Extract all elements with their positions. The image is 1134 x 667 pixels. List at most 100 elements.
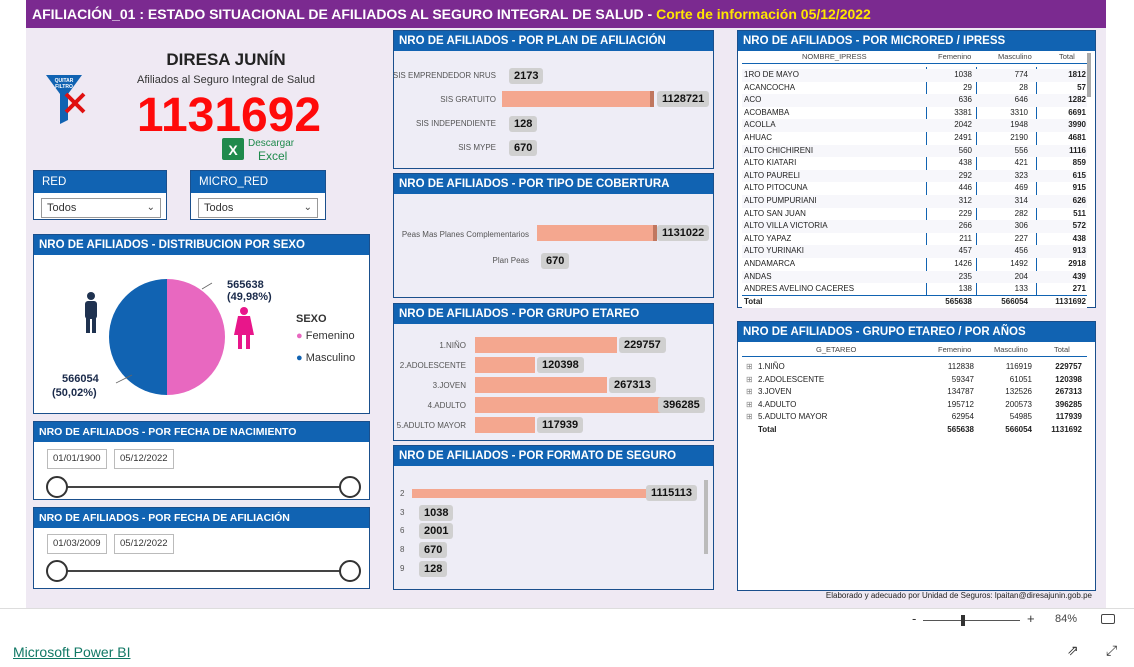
table-row[interactable]: 1RO DE MAYO 1038 774 1812 (742, 69, 1087, 82)
micro-red-dropdown[interactable]: Todos ⌄ (198, 198, 318, 218)
clear-filter-button[interactable]: QUITAR FILTRO (46, 72, 86, 124)
etareo-label: 4.ADULTO (427, 401, 466, 410)
ipress-name: AHUAC (744, 133, 773, 142)
microred-panel: NRO DE AFILIADOS - POR MICRORED / IPRESS… (737, 30, 1096, 308)
cell-value: 57 (1077, 82, 1086, 92)
sexo-title: NRO DE AFILIADOS - DISTRIBUCION POR SEXO (34, 235, 369, 255)
red-dropdown[interactable]: Todos ⌄ (41, 198, 161, 218)
red-slicer-title: RED (34, 171, 166, 193)
cell-value: 312 (958, 196, 972, 205)
cell-value: 323 (1014, 170, 1028, 180)
zoom-plus-button[interactable]: + (1027, 611, 1035, 626)
nac-range-start-handle[interactable] (46, 476, 68, 498)
afil-to-date[interactable]: 05/12/2022 (114, 534, 174, 554)
cobertura-label: Plan Peas (492, 256, 529, 265)
table-row[interactable]: ⊞ 3.JOVEN 134787 132526 267313 (742, 386, 1087, 399)
table-row[interactable]: ANDAMARCA 1426 1492 2918 (742, 258, 1087, 271)
cell-value: 457 (958, 246, 972, 256)
pie-slice-masculino (109, 279, 167, 395)
zoom-slider-track[interactable] (923, 620, 1020, 621)
afil-from-date[interactable]: 01/03/2009 (47, 534, 107, 554)
cell-value: 3310 (1010, 107, 1028, 117)
table-row[interactable]: ALTO KIATARI 438 421 859 (742, 157, 1087, 170)
table-row[interactable]: ⊞ 1.NIÑO 112838 116919 229757 (742, 361, 1087, 374)
cell-value: 61051 (1009, 374, 1032, 384)
table-row[interactable]: ACOLLA 2042 1948 3990 (742, 119, 1087, 132)
mas-value: 566054 (62, 373, 99, 385)
table-row[interactable]: ALTO CHICHIRENI 560 556 1116 (742, 144, 1087, 158)
cutoff-date: Corte de información 05/12/2022 (656, 6, 871, 22)
org-subtitle: Afiliados al Seguro Integral de Salud (137, 74, 315, 86)
table-row[interactable]: ACANCOCHA 29 28 57 (742, 82, 1087, 95)
nac-range-end-handle[interactable] (339, 476, 361, 498)
plan-value: 2173 (509, 68, 544, 84)
chevron-down-icon: ⌄ (303, 202, 312, 213)
table-row[interactable]: ALTO YAPAZ 211 227 438 (742, 233, 1087, 246)
formato-bar (412, 489, 648, 498)
total-cell: Total (744, 297, 763, 306)
etareo-value: 267313 (609, 377, 656, 393)
etareo-bar (475, 377, 607, 393)
plan-label: SIS EMPRENDEDOR NRUS (392, 71, 496, 80)
table-row[interactable]: ALTO PITOCUNA 446 469 915 (742, 182, 1087, 195)
table-row[interactable]: ALTO SAN JUAN 229 282 511 (742, 208, 1087, 221)
zoom-slider-handle[interactable] (961, 615, 965, 626)
cell-value: 62954 (951, 412, 974, 422)
expand-icon[interactable]: ⊞ (746, 374, 753, 387)
group-name: 3.JOVEN (758, 387, 792, 397)
nac-to-date[interactable]: 05/12/2022 (114, 449, 174, 469)
afil-range-start-handle[interactable] (46, 560, 68, 582)
table-row[interactable]: ⊞ 2.ADOLESCENTE 59347 61051 120398 (742, 374, 1087, 387)
cell-value: 28 (1019, 82, 1028, 92)
table-row[interactable]: AHUAC 2491 2190 4681 (742, 132, 1087, 145)
cell-value: 2491 (954, 133, 972, 142)
funnel-icon: QUITARFILTRO (46, 75, 86, 124)
table-row[interactable]: ALTO PUMPURIANI 312 314 626 (742, 195, 1087, 208)
afil-range-track (58, 570, 348, 572)
cobertura-panel: NRO DE AFILIADOS - POR TIPO DE COBERTURA… (393, 173, 714, 298)
nac-from-date[interactable]: 01/01/1900 (47, 449, 107, 469)
col-total: Total (1059, 52, 1075, 61)
cell-value: 469 (1014, 183, 1028, 193)
legend-masculino: ● Masculino (296, 352, 355, 364)
microred-scrollbar[interactable] (1087, 53, 1091, 97)
expand-icon[interactable]: ⊞ (746, 386, 753, 399)
table-row[interactable]: ALTO PAURELI 292 323 615 (742, 169, 1087, 183)
legend-title: SEXO (296, 313, 327, 325)
expand-icon[interactable]: ⊞ (746, 411, 753, 424)
table-row[interactable]: ⊞ 5.ADULTO MAYOR 62954 54985 117939 (742, 411, 1087, 424)
powerbi-brand-link[interactable]: Microsoft Power BI (13, 644, 130, 660)
formato-scrollbar[interactable] (704, 480, 708, 554)
cell-value: 132526 (1005, 387, 1032, 397)
table-row[interactable]: ACO 636 646 1282 (742, 94, 1087, 107)
cell-value: 282 (1014, 208, 1028, 218)
cell-value: 1038 (954, 70, 972, 79)
group-name: 1.NIÑO (758, 362, 785, 371)
cell-value: 229 (958, 208, 972, 218)
cell-value: 1948 (1010, 120, 1028, 130)
plan-label: SIS GRATUITO (440, 95, 496, 104)
cell-value: 646 (1014, 95, 1028, 105)
zoom-minus-button[interactable]: - (912, 611, 916, 626)
table-row[interactable]: ALTO VILLA VICTORIA 266 306 572 (742, 220, 1087, 233)
expand-icon[interactable]: ⊞ (746, 361, 753, 374)
red-dropdown-value: Todos (47, 202, 77, 214)
table-row[interactable]: ANDAS 235 204 439 (742, 270, 1087, 284)
fullscreen-icon[interactable]: ⤢ (1106, 642, 1117, 659)
afil-range-end-handle[interactable] (339, 560, 361, 582)
cell-value: 1492 (1010, 259, 1028, 268)
table-row[interactable]: ACOBAMBA 3381 3310 6691 (742, 107, 1087, 120)
total-cell: 566054 (1001, 297, 1028, 306)
expand-icon[interactable]: ⊞ (746, 399, 753, 412)
fit-to-page-icon[interactable] (1101, 614, 1115, 624)
etareo-label: 5.ADULTO MAYOR (396, 421, 466, 430)
download-excel-button[interactable]: X Descargar Excel (220, 136, 300, 164)
table-row[interactable]: ALTO YURINAKI 457 456 913 (742, 245, 1087, 258)
title-separator: - (643, 6, 657, 22)
table-row[interactable]: ⊞ 4.ADULTO 195712 200573 396285 (742, 399, 1087, 412)
cell-value: 195712 (947, 399, 974, 409)
ipress-name: ALTO PUMPURIANI (744, 196, 817, 205)
table-row[interactable]: ANDRES AVELINO CACERES 138 133 271 (742, 283, 1087, 296)
formato-label: 3 (400, 508, 405, 517)
share-icon[interactable]: ⇗ (1067, 642, 1079, 659)
